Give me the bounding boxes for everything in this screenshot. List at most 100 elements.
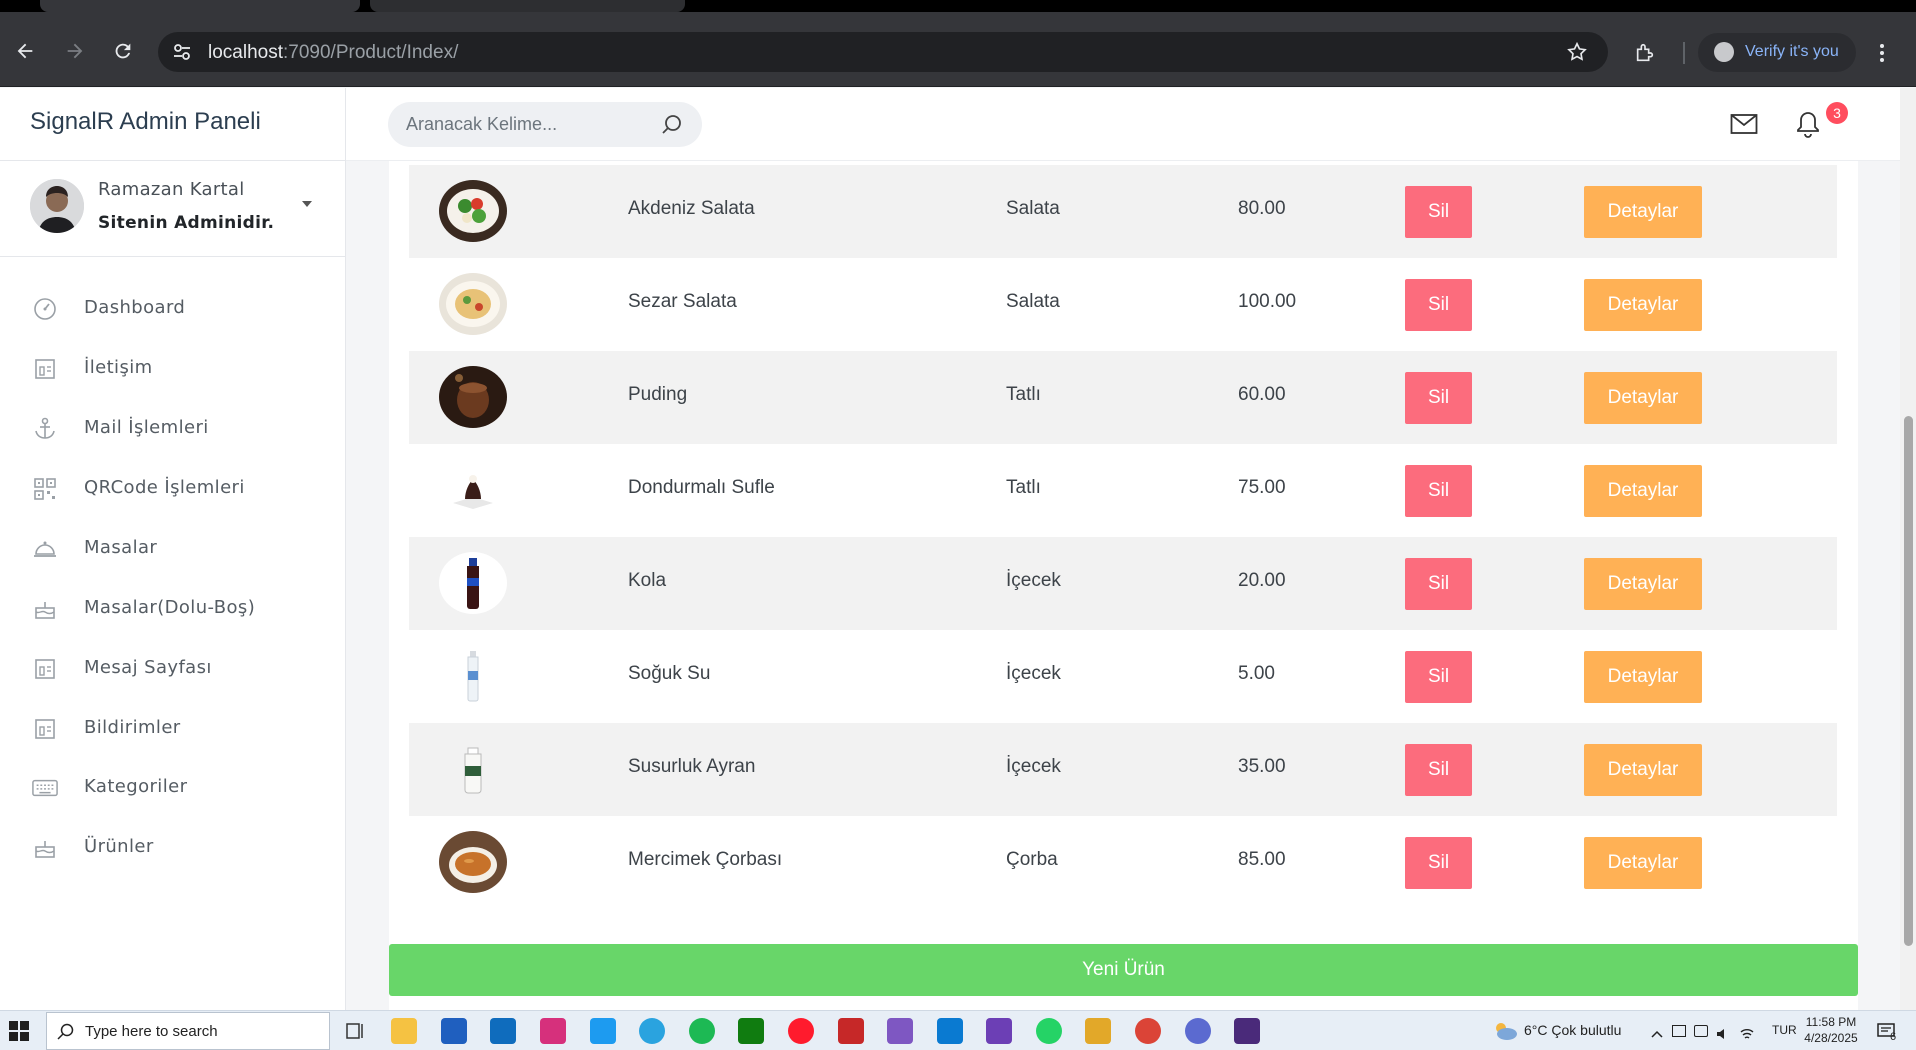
- sidebar-item-mesaj[interactable]: Mesaj Sayfası: [0, 639, 345, 699]
- product-category: Tatlı: [1006, 477, 1041, 498]
- contact-card-icon: [32, 356, 58, 382]
- weather-icon: [1492, 1020, 1518, 1046]
- verify-profile-button[interactable]: Verify it's you: [1698, 33, 1856, 72]
- forward-icon[interactable]: [60, 36, 90, 66]
- vscode-icon[interactable]: [937, 1018, 963, 1044]
- browser-tabstrip: [0, 0, 1916, 12]
- brand-area: SignalR Admin Paneli: [0, 88, 346, 161]
- details-button[interactable]: Detaylar: [1584, 279, 1702, 331]
- sidebar-item-label: Mail İşlemleri: [84, 417, 209, 438]
- delete-button[interactable]: Sil: [1405, 279, 1472, 331]
- page-scrollbar[interactable]: [1900, 88, 1916, 1010]
- keyboard-icon: [32, 775, 58, 801]
- delete-button[interactable]: Sil: [1405, 837, 1472, 889]
- product-category: Tatlı: [1006, 384, 1041, 405]
- sidebar-item-iletisim[interactable]: İletişim: [0, 339, 345, 399]
- clock-time: 11:58 PM: [1805, 1015, 1857, 1029]
- address-bar[interactable]: localhost:7090/Product/Index/: [158, 32, 1608, 72]
- table-row: Kola İçecek 20.00 Sil Detaylar: [409, 537, 1837, 630]
- bell-icon[interactable]: [1796, 110, 1820, 142]
- visual-studio-icon[interactable]: [986, 1018, 1012, 1044]
- table-row: Akdeniz Salata Salata 80.00 Sil Detaylar: [409, 165, 1837, 258]
- weather-text[interactable]: 6°C Çok bulutlu: [1524, 1022, 1621, 1038]
- product-price: 60.00: [1238, 384, 1286, 405]
- delete-button[interactable]: Sil: [1405, 744, 1472, 796]
- windows-start-icon[interactable]: [8, 1020, 30, 1046]
- wifi-icon[interactable]: [1740, 1025, 1754, 1039]
- new-product-button[interactable]: Yeni Ürün: [389, 944, 1858, 996]
- whatsapp-icon[interactable]: [1036, 1018, 1062, 1044]
- sidebar-item-dashboard[interactable]: Dashboard: [0, 279, 345, 339]
- clock-date: 4/28/2025: [1804, 1031, 1858, 1045]
- visual-studio-icon[interactable]: [887, 1018, 913, 1044]
- app-icon[interactable]: [838, 1018, 864, 1044]
- reload-icon[interactable]: [108, 36, 138, 66]
- scrollbar-thumb[interactable]: [1904, 416, 1913, 946]
- mail-icon[interactable]: [1730, 113, 1758, 139]
- sidebar-item-qrcode[interactable]: QRCode İşlemleri: [0, 459, 345, 519]
- product-name: Dondurmalı Sufle: [628, 477, 775, 498]
- chevron-up-icon[interactable]: [1650, 1025, 1664, 1038]
- browser-tab-swagger[interactable]: [40, 0, 360, 12]
- profile-card[interactable]: Ramazan Kartal Sitenin Adminidir.: [0, 161, 345, 257]
- bookmark-star-icon[interactable]: [1566, 41, 1588, 67]
- back-icon[interactable]: [10, 36, 40, 66]
- delete-button[interactable]: Sil: [1405, 465, 1472, 517]
- chrome-icon[interactable]: [1135, 1018, 1161, 1044]
- delete-button[interactable]: Sil: [1405, 651, 1472, 703]
- outlook-icon[interactable]: [490, 1018, 516, 1044]
- chevron-down-icon[interactable]: [302, 201, 312, 207]
- site-info-icon[interactable]: [172, 42, 192, 66]
- sidebar-item-bildirimler[interactable]: Bildirimler: [0, 699, 345, 759]
- details-button[interactable]: Detaylar: [1584, 465, 1702, 517]
- product-price: 100.00: [1238, 291, 1297, 312]
- details-button[interactable]: Detaylar: [1584, 837, 1702, 889]
- details-button[interactable]: Detaylar: [1584, 744, 1702, 796]
- sidebar-item-label: Bildirimler: [84, 717, 181, 738]
- spotify-icon[interactable]: [689, 1018, 715, 1044]
- brand-title[interactable]: SignalR Admin Paneli: [30, 108, 261, 136]
- product-name: Mercimek Çorbası: [628, 849, 783, 870]
- cloche-icon: [32, 536, 58, 562]
- task-view-icon[interactable]: [342, 1018, 368, 1044]
- url-path: :7090/Product/Index/: [283, 42, 459, 63]
- telegram-icon[interactable]: [639, 1018, 665, 1044]
- file-explorer-icon[interactable]: [391, 1018, 417, 1044]
- app-icon[interactable]: [1085, 1018, 1111, 1044]
- details-button[interactable]: Detaylar: [1584, 372, 1702, 424]
- sidebar: Ramazan Kartal Sitenin Adminidir. Dashbo…: [0, 161, 346, 1010]
- app-icon[interactable]: [1185, 1018, 1211, 1044]
- clock[interactable]: 11:58 PM 4/28/2025: [1801, 1014, 1861, 1046]
- battery-icon[interactable]: [1694, 1025, 1708, 1037]
- details-button[interactable]: Detaylar: [1584, 558, 1702, 610]
- sidebar-item-masalar[interactable]: Masalar: [0, 519, 345, 579]
- store-icon[interactable]: [441, 1018, 467, 1044]
- extensions-icon[interactable]: [1634, 42, 1656, 68]
- sidebar-item-kategoriler[interactable]: Kategoriler: [0, 758, 345, 818]
- app-icon[interactable]: [1234, 1018, 1260, 1044]
- browser-menu-icon[interactable]: [1878, 42, 1886, 68]
- taskbar-search-text: Type here to search: [85, 1023, 218, 1040]
- volume-icon[interactable]: [1716, 1025, 1730, 1039]
- sidebar-item-masalar-durum[interactable]: Masalar(Dolu-Boş): [0, 579, 345, 639]
- product-price: 35.00: [1238, 756, 1286, 777]
- opera-icon[interactable]: [788, 1018, 814, 1044]
- details-button[interactable]: Detaylar: [1584, 186, 1702, 238]
- language-indicator[interactable]: TUR: [1772, 1023, 1797, 1037]
- sidebar-item-urunler[interactable]: Ürünler: [0, 818, 345, 878]
- sidebar-item-mail[interactable]: Mail İşlemleri: [0, 399, 345, 459]
- product-name: Soğuk Su: [628, 663, 711, 684]
- browser-tab-admin[interactable]: [370, 0, 685, 12]
- table-row: Soğuk Su İçecek 5.00 Sil Detaylar: [409, 630, 1837, 723]
- instagram-icon[interactable]: [540, 1018, 566, 1044]
- delete-button[interactable]: Sil: [1405, 372, 1472, 424]
- search-icon[interactable]: [660, 113, 684, 141]
- delete-button[interactable]: Sil: [1405, 186, 1472, 238]
- search-input[interactable]: [388, 102, 648, 147]
- tray-app-icon[interactable]: [1672, 1025, 1686, 1037]
- xbox-icon[interactable]: [738, 1018, 764, 1044]
- taskbar-search[interactable]: Type here to search: [46, 1012, 330, 1050]
- delete-button[interactable]: Sil: [1405, 558, 1472, 610]
- details-button[interactable]: Detaylar: [1584, 651, 1702, 703]
- twitter-icon[interactable]: [590, 1018, 616, 1044]
